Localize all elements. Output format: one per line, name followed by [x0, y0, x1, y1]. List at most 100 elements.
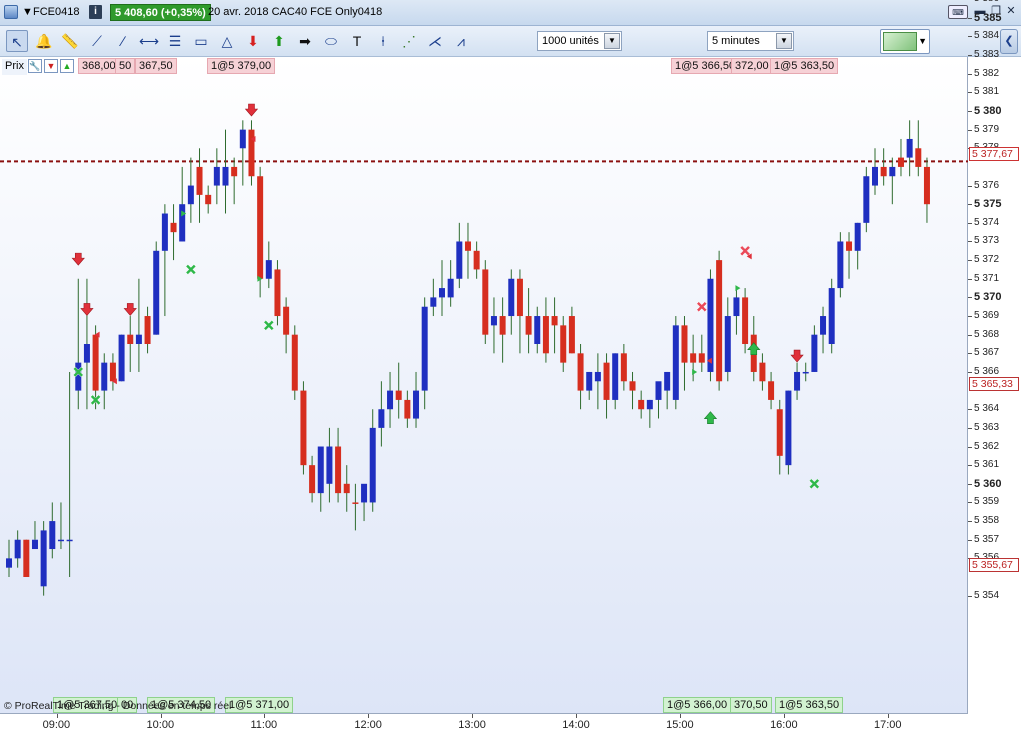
- bell-icon[interactable]: 🔔: [33, 30, 55, 52]
- down-arrow-icon[interactable]: ⬇: [242, 30, 264, 52]
- price-tick-label: 5 382: [974, 67, 1000, 79]
- candle-body: [75, 362, 82, 391]
- time-axis[interactable]: 09:00 10:00 11:00 12:00 13:00 14:00 15:00 16:00…: [0, 713, 968, 736]
- time-tick-mark: [368, 714, 370, 718]
- pointer-icon[interactable]: ↖: [6, 30, 28, 52]
- fan-icon[interactable]: ⋰: [398, 30, 420, 52]
- price-panel-label[interactable]: Prix: [2, 59, 27, 75]
- price-chart[interactable]: R2 H: [0, 57, 968, 713]
- add-indicator-button[interactable]: ▼: [880, 29, 930, 54]
- chevron-down-icon[interactable]: ▼: [604, 33, 620, 49]
- price-tick-mark: [968, 55, 972, 57]
- time-tick-mark: [264, 714, 266, 718]
- sell-order-tag[interactable]: 367,50: [135, 58, 177, 74]
- sell-order-tag[interactable]: 368,00: [78, 58, 120, 74]
- buy-signal-arrow-icon: [703, 411, 718, 424]
- line-icon[interactable]: ∕: [112, 30, 134, 52]
- wrench-icon[interactable]: 🔧: [28, 59, 42, 73]
- candle-body: [109, 362, 116, 382]
- sell-order-tag[interactable]: 1@5 363,50: [770, 58, 839, 74]
- time-tick-mark: [680, 714, 682, 718]
- price-axis[interactable]: 5 386 5 385 5 384 5 383 5 382 5 381 5 380 5 379…: [968, 0, 1021, 713]
- sell-order-tag[interactable]: 372,00: [731, 58, 773, 74]
- price-tick-label: 5 374: [974, 216, 1000, 228]
- candle-body: [516, 278, 523, 317]
- candle-body: [118, 334, 125, 382]
- buy-cross-icon: [185, 264, 197, 275]
- candle-body: [603, 362, 610, 400]
- vertical-line-icon[interactable]: ⍿: [372, 30, 394, 52]
- fibonacci-icon[interactable]: ☰: [164, 30, 186, 52]
- price-tick-mark: [968, 371, 972, 373]
- buy-order-tag[interactable]: 1@5 366,00: [663, 697, 732, 713]
- candle-body: [837, 241, 844, 289]
- buy-cross-icon: [263, 320, 275, 331]
- price-tick-label: 5 367: [974, 347, 1000, 359]
- gann-icon[interactable]: ⋌: [424, 30, 446, 52]
- text-icon[interactable]: T: [346, 30, 368, 52]
- instrument-menu-chevron-icon[interactable]: ▼: [22, 6, 33, 18]
- candle-body: [456, 241, 463, 279]
- quantity-select[interactable]: 1000 unités ▼: [537, 31, 622, 51]
- timeframe-select[interactable]: 5 minutes ▼: [707, 31, 794, 51]
- candle-body: [40, 530, 47, 587]
- candle-body: [473, 250, 480, 270]
- price-tick-label: 5 381: [974, 86, 1000, 98]
- candle-body: [239, 129, 246, 149]
- candle-body: [698, 353, 705, 363]
- price-tick-label: 5 372: [974, 254, 1000, 266]
- candle-body: [144, 316, 151, 344]
- candle-body: [508, 278, 515, 317]
- price-tick-label: 5 375: [974, 198, 1002, 211]
- price-tick-label: 5 380: [974, 105, 1002, 117]
- ruler-icon[interactable]: 📏: [59, 30, 81, 52]
- triangle-icon[interactable]: △: [216, 30, 238, 52]
- info-icon[interactable]: i: [89, 5, 102, 19]
- close-icon[interactable]: ✕: [1003, 5, 1019, 19]
- candle-body: [127, 334, 134, 344]
- buy-order-icon[interactable]: ▲: [60, 59, 74, 73]
- right-arrow-icon[interactable]: ➡: [294, 30, 316, 52]
- regression-icon[interactable]: ⩘: [450, 30, 472, 52]
- price-tick-label: 5 357: [974, 533, 1000, 545]
- time-tick-label: 14:00: [562, 719, 590, 731]
- sell-order-icon[interactable]: ▼: [44, 59, 58, 73]
- price-tick-mark: [968, 260, 972, 262]
- candle-body: [66, 539, 73, 542]
- instrument-name[interactable]: FCE0418: [33, 6, 79, 18]
- timeframe-select-value: 5 minutes: [712, 35, 760, 47]
- buy-order-tag[interactable]: 370,50: [730, 697, 772, 713]
- candle-body: [889, 166, 896, 177]
- collapse-panel-button[interactable]: ❮: [1000, 29, 1018, 54]
- candle-body: [551, 316, 558, 326]
- price-tick-mark: [968, 353, 972, 355]
- sell-order-tag[interactable]: 1@5 366,50: [671, 58, 740, 74]
- price-tick-label: 5 359: [974, 496, 1000, 508]
- buy-order-tag[interactable]: 1@5 363,50: [775, 697, 844, 713]
- price-tick-label: 5 371: [974, 272, 1000, 284]
- candle-body: [568, 316, 575, 354]
- up-arrow-icon[interactable]: ⬆: [268, 30, 290, 52]
- chevron-down-icon[interactable]: ▼: [918, 36, 927, 46]
- chevron-down-icon[interactable]: ▼: [776, 33, 792, 49]
- indicator-chart-icon: [883, 32, 917, 51]
- candlestick-chart[interactable]: R2 H: [0, 57, 968, 713]
- segment-icon[interactable]: ⟋: [86, 30, 108, 52]
- candle-body: [880, 166, 887, 177]
- candle-body: [153, 250, 160, 335]
- time-tick-mark: [784, 714, 786, 718]
- keyboard-icon[interactable]: ⌨: [948, 5, 968, 19]
- candle-body: [187, 185, 194, 205]
- price-tick-label: 5 368: [974, 328, 1000, 340]
- app-icon[interactable]: [4, 5, 18, 19]
- ellipse-icon[interactable]: ⬭: [320, 30, 342, 52]
- rectangle-icon[interactable]: ▭: [190, 30, 212, 52]
- buy-order-tag[interactable]: 1@5 371,00: [225, 697, 294, 713]
- sell-order-tag[interactable]: 50: [115, 58, 136, 74]
- candle-body: [794, 371, 801, 391]
- candle-body: [92, 334, 99, 391]
- candle-body: [404, 399, 411, 419]
- sell-order-tag[interactable]: 1@5 379,00: [207, 58, 276, 74]
- price-tick-label: 5 373: [974, 235, 1000, 247]
- horizontal-line-icon[interactable]: ⟷: [138, 30, 160, 52]
